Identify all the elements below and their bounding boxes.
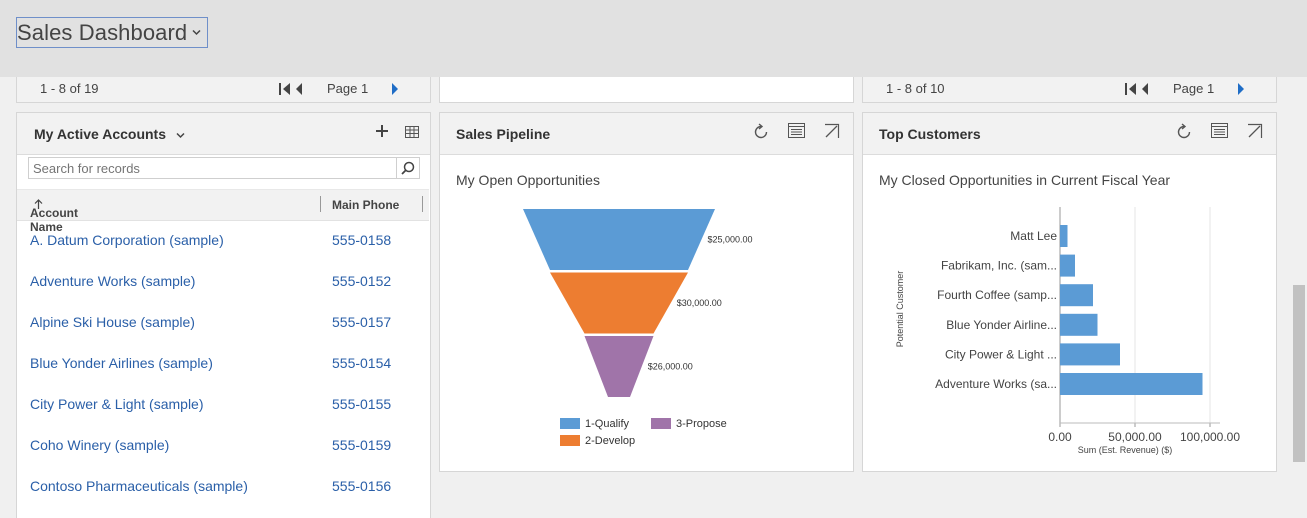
table-row[interactable]: Coho Winery (sample) 555-0159 bbox=[17, 425, 429, 466]
customers-title: Top Customers bbox=[879, 126, 981, 142]
search-box bbox=[28, 157, 420, 179]
main-phone-link[interactable]: 555-0154 bbox=[332, 355, 391, 371]
account-name-link[interactable]: Adventure Works (sample) bbox=[30, 273, 195, 289]
account-name-link[interactable]: A. Datum Corporation (sample) bbox=[30, 232, 224, 248]
legend-label: 1-Qualify bbox=[585, 418, 630, 430]
view-records-icon[interactable] bbox=[788, 123, 806, 141]
refresh-icon[interactable] bbox=[752, 123, 770, 141]
add-icon[interactable] bbox=[374, 123, 392, 141]
customers-header: Top Customers bbox=[863, 113, 1276, 155]
y-category-label: Adventure Works (sa... bbox=[935, 377, 1057, 391]
funnel-data-label: $25,000.00 bbox=[708, 235, 753, 245]
first-page-icon[interactable] bbox=[1125, 82, 1137, 101]
accounts-header: My Active Accounts bbox=[17, 113, 430, 155]
bar[interactable] bbox=[1060, 254, 1075, 277]
sales-pipeline-panel: Sales Pipeline My Open Opportunities $25… bbox=[439, 112, 854, 472]
y-axis-title: Potential Customer bbox=[895, 271, 905, 348]
bar[interactable] bbox=[1060, 225, 1068, 247]
y-category-label: Blue Yonder Airline... bbox=[946, 318, 1057, 332]
table-row[interactable]: Alpine Ski House (sample) 555-0157 bbox=[17, 302, 429, 343]
legend-swatch bbox=[651, 418, 671, 429]
main-phone-link[interactable]: 555-0158 bbox=[332, 232, 391, 248]
refresh-icon[interactable] bbox=[1175, 123, 1193, 141]
accounts-title-text: My Active Accounts bbox=[34, 126, 166, 142]
y-category-label: Matt Lee bbox=[1010, 229, 1057, 243]
account-name-link[interactable]: Contoso Pharmaceuticals (sample) bbox=[30, 478, 248, 494]
table-row[interactable]: Blue Yonder Airlines (sample) 555-0154 bbox=[17, 343, 429, 384]
funnel-segment-3[interactable] bbox=[584, 336, 654, 397]
page-scrollbar-thumb[interactable] bbox=[1293, 285, 1305, 462]
accounts-title[interactable]: My Active Accounts bbox=[34, 126, 185, 142]
pager-page: Page 1 bbox=[1173, 81, 1215, 96]
dashboard-title: Sales Dashboard bbox=[17, 19, 188, 45]
table-row[interactable]: A. Datum Corporation (sample) 555-0158 bbox=[17, 220, 429, 261]
search-icon bbox=[401, 161, 415, 175]
column-main-phone[interactable]: Main Phone bbox=[332, 198, 399, 212]
search-button[interactable] bbox=[396, 158, 419, 178]
customers-subtitle: My Closed Opportunities in Current Fisca… bbox=[879, 172, 1171, 188]
legend-swatch bbox=[560, 435, 580, 446]
pipeline-title: Sales Pipeline bbox=[456, 126, 551, 142]
y-category-label: Fourth Coffee (samp... bbox=[937, 288, 1057, 302]
main-phone-link[interactable]: 555-0157 bbox=[332, 314, 391, 330]
account-name-link[interactable]: City Power & Light (sample) bbox=[30, 396, 204, 412]
bar[interactable] bbox=[1060, 373, 1203, 395]
table-row[interactable]: City Power & Light (sample) 555-0155 bbox=[17, 384, 429, 425]
pipeline-header: Sales Pipeline bbox=[440, 113, 853, 155]
column-divider bbox=[320, 196, 321, 212]
column-divider bbox=[422, 196, 423, 212]
x-tick-label: 50,000.00 bbox=[1108, 430, 1162, 444]
account-name-link[interactable]: Coho Winery (sample) bbox=[30, 437, 169, 453]
bar[interactable] bbox=[1060, 313, 1098, 336]
pipeline-pager bbox=[439, 77, 854, 103]
previous-page-icon[interactable] bbox=[295, 82, 303, 101]
table-row[interactable]: Contoso Pharmaceuticals (sample) 555-0156 bbox=[17, 466, 429, 507]
top-customers-bar-chart: 0.00 50,000.00 100,000.00 Matt Lee Fabrikam,… bbox=[895, 207, 1240, 455]
account-name-link[interactable]: Alpine Ski House (sample) bbox=[30, 314, 195, 330]
column-account-name[interactable]: Account Name bbox=[30, 198, 78, 234]
x-tick-label: 0.00 bbox=[1048, 430, 1072, 444]
dashboard-header: Sales Dashboard bbox=[0, 0, 1307, 77]
top-customers-panel: Top Customers My Closed Opportunities in… bbox=[862, 112, 1277, 472]
funnel-segment-1[interactable] bbox=[523, 209, 715, 270]
bar[interactable] bbox=[1060, 343, 1120, 366]
chevron-down-icon bbox=[192, 27, 201, 39]
x-axis-title: Sum (Est. Revenue) ($) bbox=[1078, 445, 1173, 455]
next-page-icon[interactable] bbox=[391, 82, 399, 101]
pager-count: 1 - 8 of 19 bbox=[40, 81, 99, 96]
pager-count: 1 - 8 of 10 bbox=[886, 81, 945, 96]
legend-label: 2-Develop bbox=[585, 435, 635, 447]
grid-view-icon[interactable] bbox=[405, 125, 423, 143]
funnel-data-label: $30,000.00 bbox=[677, 298, 722, 308]
customers-pager: 1 - 8 of 10 Page 1 bbox=[862, 77, 1277, 103]
dashboard-selector[interactable]: Sales Dashboard bbox=[16, 17, 208, 48]
pager-page: Page 1 bbox=[327, 81, 369, 96]
expand-icon[interactable] bbox=[824, 123, 842, 141]
main-phone-link[interactable]: 555-0155 bbox=[332, 396, 391, 412]
bar[interactable] bbox=[1060, 284, 1093, 307]
funnel-data-label: $26,000.00 bbox=[648, 362, 693, 372]
main-phone-link[interactable]: 555-0156 bbox=[332, 478, 391, 494]
expand-icon[interactable] bbox=[1247, 123, 1265, 141]
first-page-icon[interactable] bbox=[279, 82, 291, 101]
x-tick-label: 100,000.00 bbox=[1180, 430, 1240, 444]
search-input[interactable] bbox=[33, 160, 393, 176]
y-category-label: City Power & Light ... bbox=[945, 347, 1057, 361]
legend-label: 3-Propose bbox=[676, 418, 727, 430]
previous-page-icon[interactable] bbox=[1141, 82, 1149, 101]
my-active-accounts-panel: My Active Accounts Account Name Main Pho… bbox=[16, 112, 431, 518]
legend-swatch bbox=[560, 418, 580, 429]
next-page-icon[interactable] bbox=[1237, 82, 1245, 101]
sales-pipeline-funnel-chart: $25,000.00 $30,000.00 $26,000.00 1-Qualify 3… bbox=[523, 209, 753, 447]
accounts-column-header: Account Name Main Phone bbox=[17, 189, 429, 234]
main-phone-link[interactable]: 555-0159 bbox=[332, 437, 391, 453]
chevron-down-icon bbox=[176, 132, 185, 139]
y-category-label: Fabrikam, Inc. (sam... bbox=[941, 259, 1057, 273]
table-row[interactable]: Adventure Works (sample) 555-0152 bbox=[17, 261, 429, 302]
accounts-pager: 1 - 8 of 19 Page 1 bbox=[16, 77, 431, 103]
main-phone-link[interactable]: 555-0152 bbox=[332, 273, 391, 289]
funnel-segment-2[interactable] bbox=[550, 272, 688, 334]
account-name-link[interactable]: Blue Yonder Airlines (sample) bbox=[30, 355, 213, 371]
view-records-icon[interactable] bbox=[1211, 123, 1229, 141]
